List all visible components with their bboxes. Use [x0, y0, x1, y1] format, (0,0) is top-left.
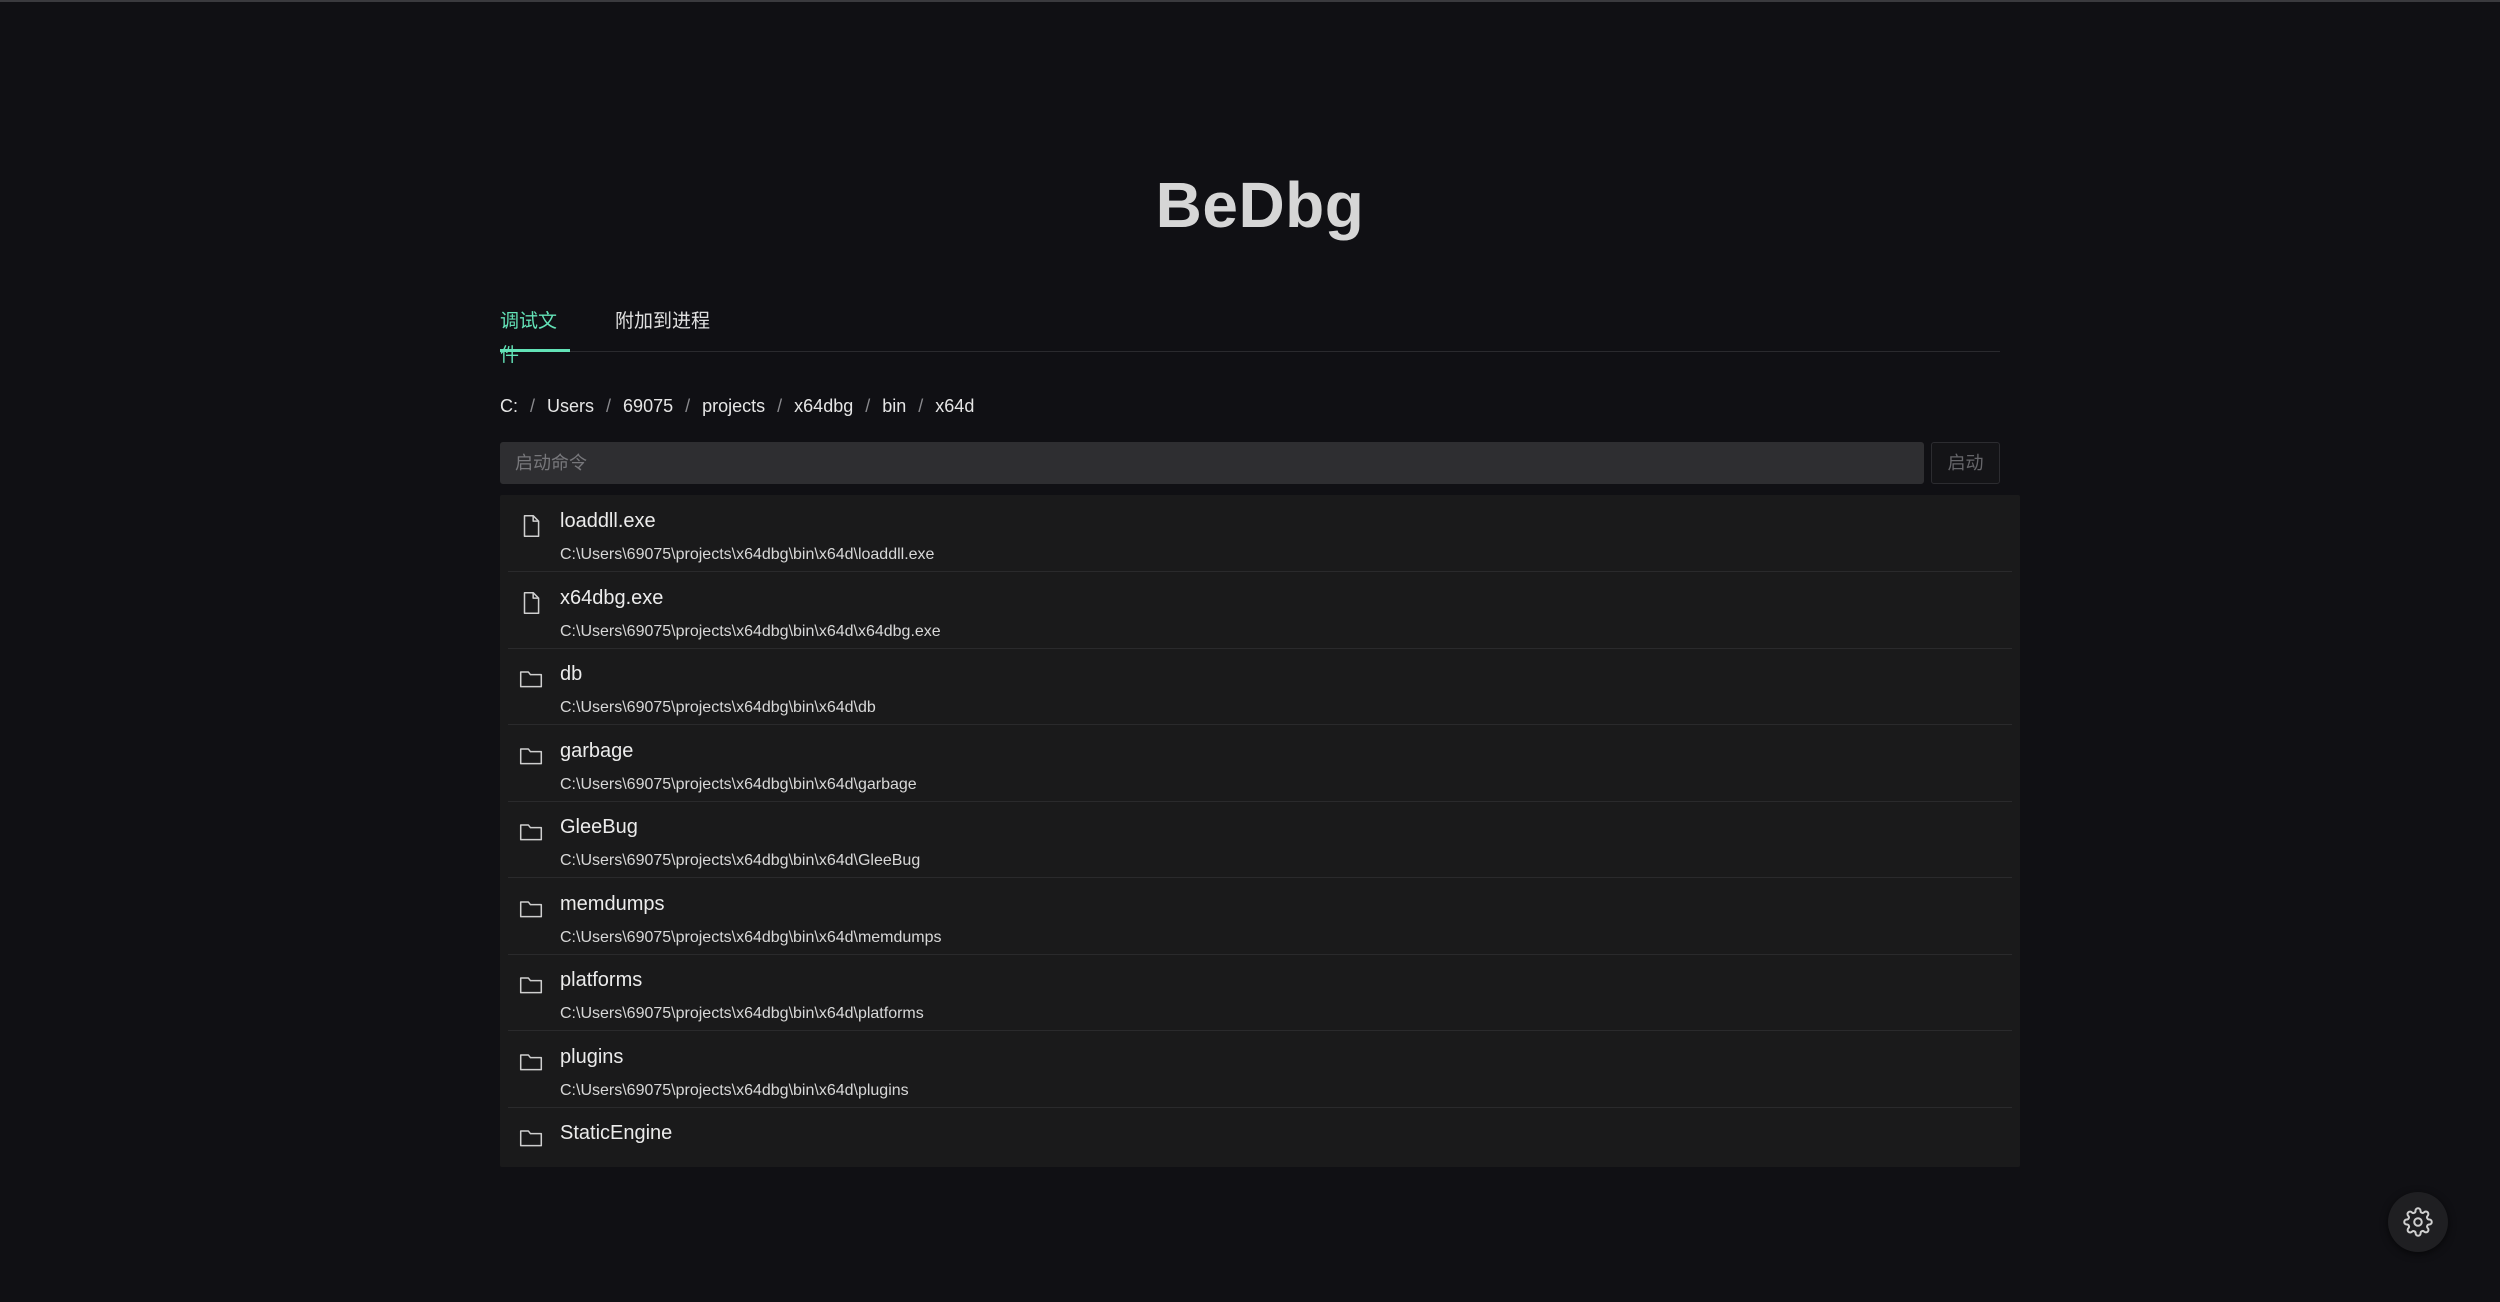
file-path: C:\Users\69075\projects\x64dbg\bin\x64d\…	[560, 852, 921, 869]
file-path: C:\Users\69075\projects\x64dbg\bin\x64d\…	[560, 1081, 909, 1099]
file-name: db	[560, 663, 583, 685]
breadcrumb-item[interactable]: Users	[547, 396, 594, 417]
breadcrumb-item[interactable]: 69075	[623, 396, 673, 417]
folder-icon	[518, 1049, 544, 1075]
file-name: platforms	[560, 969, 643, 991]
file-list-item[interactable]: garbage C:\Users\69075\projects\x64dbg\bi…	[508, 725, 2012, 802]
breadcrumb: C: / Users / 69075 / projects / x64dbg / bin / x64d	[500, 396, 974, 417]
file-list-item[interactable]: db C:\Users\69075\projects\x64dbg\bin\x64…	[508, 648, 2012, 725]
folder-icon	[518, 666, 544, 692]
window-top-border	[0, 0, 2500, 2]
file-list-item[interactable]: loaddll.exe C:\Users\69075\projects\x64db…	[508, 495, 2012, 572]
folder-icon	[518, 1125, 544, 1151]
file-path: C:\Users\69075\projects\x64dbg\bin\x64d\…	[560, 699, 876, 716]
file-icon	[518, 513, 544, 539]
file-list-item[interactable]: platforms C:\Users\69075\projects\x64dbg\…	[508, 954, 2012, 1031]
tab-debug-file[interactable]: 调试文件	[500, 305, 570, 366]
breadcrumb-separator: /	[685, 396, 691, 416]
breadcrumb-separator: /	[865, 396, 871, 416]
breadcrumb-item[interactable]: C:	[500, 396, 518, 417]
breadcrumb-item[interactable]: projects	[702, 396, 765, 417]
page-title: BeDbg	[1155, 169, 1365, 241]
tab-bar: 调试文件 附加到进程	[500, 305, 2000, 366]
file-list-item[interactable]: x64dbg.exe C:\Users\69075\projects\x64dbg…	[508, 572, 2012, 649]
breadcrumb-item[interactable]: x64d	[935, 396, 974, 417]
launch-button[interactable]: 启动	[1931, 442, 2000, 484]
file-name: StaticEngine	[560, 1122, 673, 1144]
breadcrumb-item[interactable]: bin	[882, 396, 906, 417]
file-list-item[interactable]: plugins C:\Users\69075\projects\x64dbg\bi…	[508, 1031, 2012, 1108]
file-name: loaddll.exe	[560, 510, 656, 532]
folder-icon	[518, 743, 544, 769]
breadcrumb-item[interactable]: x64dbg	[794, 396, 853, 417]
file-list: loaddll.exe C:\Users\69075\projects\x64db…	[500, 495, 2020, 1167]
file-name: x64dbg.exe	[560, 586, 664, 609]
file-list-item[interactable]: StaticEngine	[508, 1107, 2012, 1167]
file-name: memdumps	[560, 892, 665, 915]
settings-button[interactable]	[2388, 1192, 2448, 1252]
file-path: C:\Users\69075\projects\x64dbg\bin\x64d\…	[560, 775, 917, 793]
file-icon	[518, 590, 544, 616]
file-name: garbage	[560, 739, 634, 762]
breadcrumb-separator: /	[918, 396, 924, 416]
file-path: C:\Users\69075\projects\x64dbg\bin\x64d\…	[560, 1005, 924, 1022]
folder-icon	[518, 896, 544, 922]
command-row: 启动	[500, 442, 2000, 484]
folder-icon	[518, 819, 544, 845]
gear-icon	[2403, 1207, 2433, 1237]
file-path: C:\Users\69075\projects\x64dbg\bin\x64d\…	[560, 622, 941, 640]
file-list-item[interactable]: memdumps C:\Users\69075\projects\x64dbg\b…	[508, 878, 2012, 955]
file-name: plugins	[560, 1045, 624, 1068]
file-path: C:\Users\69075\projects\x64dbg\bin\x64d\…	[560, 546, 935, 563]
file-name: GleeBug	[560, 816, 638, 838]
folder-icon	[518, 972, 544, 998]
breadcrumb-separator: /	[606, 396, 612, 416]
launch-command-input[interactable]	[500, 442, 1924, 484]
breadcrumb-separator: /	[530, 396, 536, 416]
file-path: C:\Users\69075\projects\x64dbg\bin\x64d\…	[560, 928, 942, 946]
breadcrumb-separator: /	[777, 396, 783, 416]
tab-attach-process[interactable]: 附加到进程	[615, 305, 710, 349]
file-list-item[interactable]: GleeBug C:\Users\69075\projects\x64dbg\bi…	[508, 801, 2012, 878]
